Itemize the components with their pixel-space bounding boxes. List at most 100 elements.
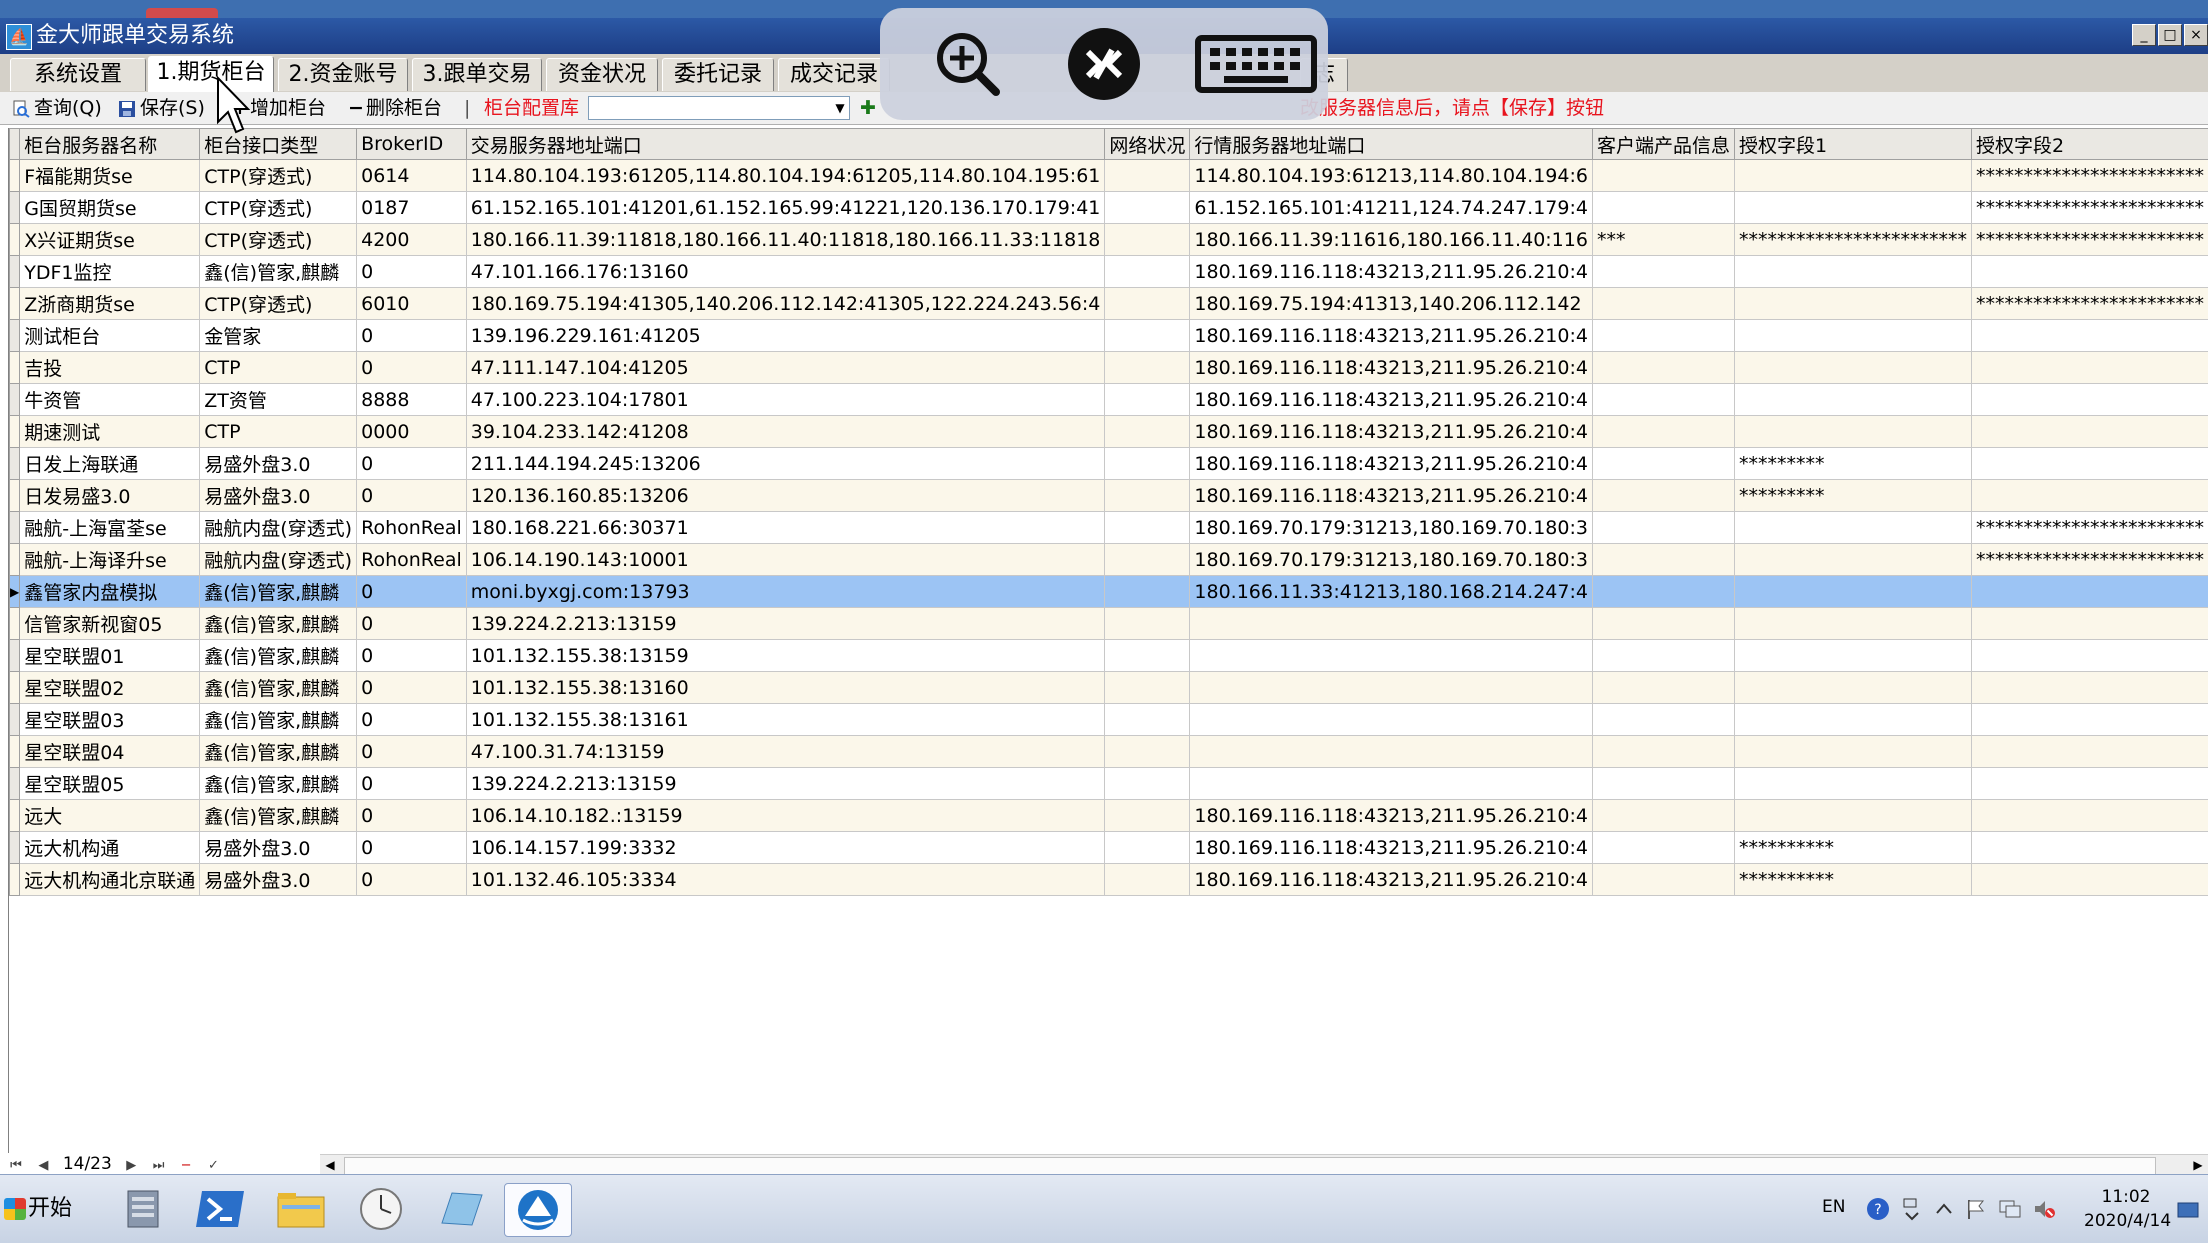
table-cell[interactable]: 120.136.160.85:13206	[466, 480, 1105, 512]
table-cell[interactable]	[1105, 608, 1190, 640]
table-cell[interactable]: 139.224.2.213:13159	[466, 608, 1105, 640]
network-icon[interactable]	[1998, 1197, 2022, 1221]
start-button[interactable]: 开始	[4, 1187, 78, 1231]
table-cell[interactable]	[1592, 544, 1734, 576]
table-cell[interactable]	[1592, 352, 1734, 384]
table-cell[interactable]: CTP(穿透式)	[200, 288, 357, 320]
table-cell[interactable]: 180.166.11.33:41213,180.168.214.247:4	[1190, 576, 1593, 608]
tab-trade-records[interactable]: 成交记录	[778, 58, 890, 91]
show-hidden-icons-icon[interactable]	[1932, 1197, 1956, 1221]
tab-copy-trading[interactable]: 3.跟单交易	[412, 58, 542, 91]
save-button[interactable]: 保存(S)	[118, 92, 205, 124]
table-cell[interactable]: ************************	[1971, 224, 2208, 256]
table-cell[interactable]: 鑫(信)管家,麒麟	[200, 672, 357, 704]
row-indicator[interactable]	[10, 768, 20, 800]
table-cell[interactable]: G国贸期货se	[20, 192, 200, 224]
tab-fund-status[interactable]: 资金状况	[546, 58, 658, 91]
table-cell[interactable]	[1190, 704, 1593, 736]
table-cell[interactable]: 0	[357, 256, 467, 288]
table-cell[interactable]	[1105, 704, 1190, 736]
table-cell[interactable]	[1734, 192, 1971, 224]
table-cell[interactable]: CTP	[200, 416, 357, 448]
table-cell[interactable]	[1190, 608, 1593, 640]
table-cell[interactable]	[1971, 352, 2208, 384]
table-row[interactable]: 融航-上海译升se融航内盘(穿透式)RohonReal106.14.190.14…	[10, 544, 2208, 576]
table-cell[interactable]: 180.169.116.118:43213,211.95.26.210:4	[1190, 416, 1593, 448]
table-cell[interactable]	[1105, 768, 1190, 800]
last-record-button[interactable]: ⏭	[151, 1156, 167, 1176]
table-cell[interactable]: 180.169.116.118:43213,211.95.26.210:4	[1190, 320, 1593, 352]
table-cell[interactable]: RohonReal	[357, 512, 467, 544]
row-indicator[interactable]	[10, 640, 20, 672]
column-header[interactable]: 行情服务器地址端口	[1190, 129, 1593, 160]
table-cell[interactable]	[1190, 736, 1593, 768]
table-row[interactable]: 星空联盟04鑫(信)管家,麒麟047.100.31.74:13159	[10, 736, 2208, 768]
table-cell[interactable]: 鑫(信)管家,麒麟	[200, 800, 357, 832]
table-cell[interactable]: moni.byxgj.com:13793	[466, 576, 1105, 608]
delete-record-button[interactable]: −	[178, 1156, 194, 1176]
table-row[interactable]: G国贸期货seCTP(穿透式)018761.152.165.101:41201,…	[10, 192, 2208, 224]
row-indicator[interactable]	[10, 480, 20, 512]
table-cell[interactable]: 47.111.147.104:41205	[466, 352, 1105, 384]
table-cell[interactable]	[1971, 320, 2208, 352]
table-cell[interactable]	[1734, 384, 1971, 416]
table-cell[interactable]	[1971, 736, 2208, 768]
table-cell[interactable]	[1105, 416, 1190, 448]
tab-fund-account[interactable]: 2.资金账号	[278, 58, 408, 91]
query-button[interactable]: 查询(Q)	[12, 92, 102, 124]
table-cell[interactable]	[1734, 768, 1971, 800]
row-indicator[interactable]	[10, 736, 20, 768]
table-cell[interactable]: 139.196.229.161:41205	[466, 320, 1105, 352]
table-cell[interactable]	[1971, 864, 2208, 896]
table-cell[interactable]: 0	[357, 832, 467, 864]
row-indicator[interactable]	[10, 448, 20, 480]
table-cell[interactable]: ************************	[1971, 192, 2208, 224]
table-row[interactable]: 远大鑫(信)管家,麒麟0106.14.10.182.:13159180.169.…	[10, 800, 2208, 832]
table-cell[interactable]	[1592, 832, 1734, 864]
table-cell[interactable]	[1105, 320, 1190, 352]
table-cell[interactable]: ***	[1592, 224, 1734, 256]
table-cell[interactable]: 114.80.104.193:61205,114.80.104.194:6120…	[466, 160, 1105, 192]
table-cell[interactable]: 日发上海联通	[20, 448, 200, 480]
table-cell[interactable]	[1592, 768, 1734, 800]
table-cell[interactable]: 远大机构通北京联通	[20, 864, 200, 896]
table-row[interactable]: 牛资管ZT资管888847.100.223.104:17801180.169.1…	[10, 384, 2208, 416]
table-cell[interactable]	[1971, 576, 2208, 608]
table-row[interactable]: 吉投CTP047.111.147.104:41205180.169.116.11…	[10, 352, 2208, 384]
table-cell[interactable]: CTP	[200, 352, 357, 384]
table-cell[interactable]: 47.101.166.176:13160	[466, 256, 1105, 288]
table-cell[interactable]: ************************	[1971, 288, 2208, 320]
maximize-button[interactable]: □	[2158, 24, 2182, 46]
table-cell[interactable]	[1734, 672, 1971, 704]
system-clock[interactable]: 11:02 2020/4/14	[2084, 1185, 2168, 1233]
next-record-button[interactable]: ▶	[123, 1156, 139, 1176]
table-row[interactable]: 远大机构通易盛外盘3.00106.14.157.199:3332180.169.…	[10, 832, 2208, 864]
table-cell[interactable]: 0	[357, 608, 467, 640]
horizontal-scrollbar[interactable]: ◀ ▶	[320, 1154, 2208, 1175]
scroll-right-icon[interactable]: ▶	[2188, 1155, 2208, 1175]
table-cell[interactable]	[1105, 672, 1190, 704]
table-cell[interactable]: 101.132.46.105:3334	[466, 864, 1105, 896]
table-cell[interactable]: 106.14.157.199:3332	[466, 832, 1105, 864]
table-cell[interactable]	[1105, 256, 1190, 288]
table-cell[interactable]: 180.169.116.118:43213,211.95.26.210:4	[1190, 352, 1593, 384]
row-indicator[interactable]	[10, 864, 20, 896]
first-record-button[interactable]: ⏮	[8, 1156, 24, 1176]
tab-system-settings[interactable]: 系统设置	[10, 58, 146, 91]
server-manager-icon[interactable]	[110, 1183, 176, 1235]
table-cell[interactable]: 融航-上海富荃se	[20, 512, 200, 544]
scroll-left-icon[interactable]: ◀	[320, 1155, 340, 1175]
row-indicator[interactable]	[10, 320, 20, 352]
row-indicator[interactable]	[10, 160, 20, 192]
table-cell[interactable]: 鑫(信)管家,麒麟	[200, 576, 357, 608]
table-cell[interactable]	[1971, 768, 2208, 800]
table-cell[interactable]: 鑫管家内盘模拟	[20, 576, 200, 608]
table-cell[interactable]	[1734, 256, 1971, 288]
table-cell[interactable]: 融航内盘(穿透式)	[200, 544, 357, 576]
action-center-flag-icon[interactable]	[1964, 1197, 1988, 1221]
table-row[interactable]: 远大机构通北京联通易盛外盘3.00101.132.46.105:3334180.…	[10, 864, 2208, 896]
table-cell[interactable]	[1971, 416, 2208, 448]
table-row[interactable]: ▶鑫管家内盘模拟鑫(信)管家,麒麟0moni.byxgj.com:1379318…	[10, 576, 2208, 608]
column-header[interactable]: BrokerID	[357, 129, 467, 160]
table-cell[interactable]	[1734, 800, 1971, 832]
